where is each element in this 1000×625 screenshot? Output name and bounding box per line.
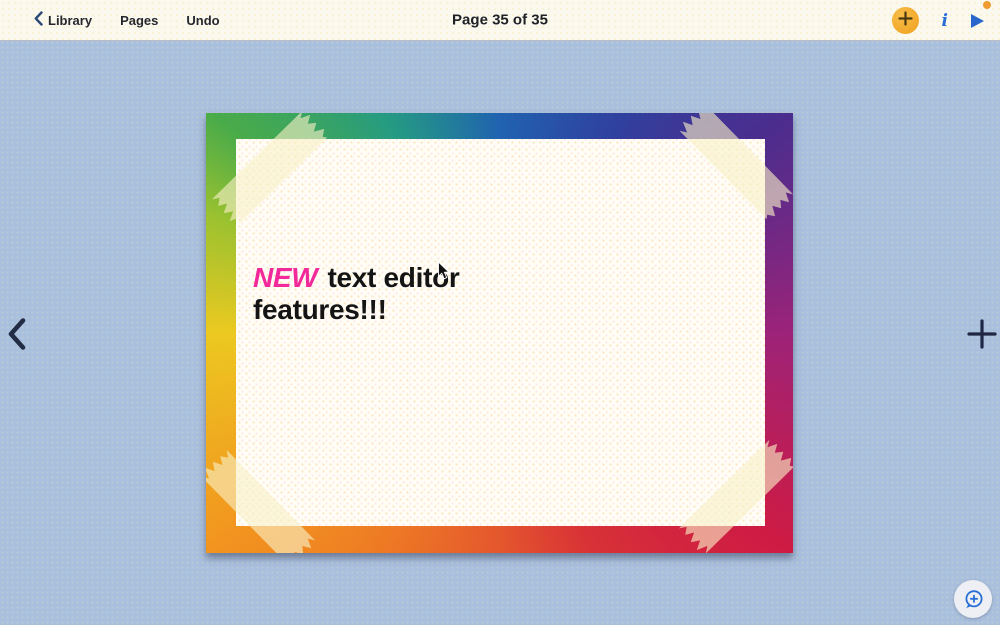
page-heading-text[interactable]: NEW text editor features!!! xyxy=(253,262,460,325)
back-chevron-icon xyxy=(34,11,43,29)
play-button[interactable] xyxy=(971,14,984,28)
heading-highlight: NEW xyxy=(253,262,317,293)
paper-background xyxy=(236,139,765,526)
previous-page-arrow[interactable] xyxy=(6,317,28,356)
heading-line-1: NEW text editor xyxy=(253,262,460,294)
heading-rest: text editor xyxy=(327,262,459,293)
chat-plus-icon xyxy=(962,588,985,611)
toolbar-left-group: Library Pages Undo xyxy=(0,11,220,29)
toolbar-right-group: i xyxy=(892,0,984,41)
pages-button[interactable]: Pages xyxy=(120,13,158,28)
heading-line-2: features!!! xyxy=(253,294,460,326)
feedback-chat-button[interactable] xyxy=(954,580,992,618)
recording-dot xyxy=(983,1,991,9)
back-to-library-button[interactable]: Library xyxy=(34,11,92,29)
pages-button-label: Pages xyxy=(120,13,158,28)
book-page[interactable]: NEW text editor features!!! xyxy=(206,113,793,553)
plus-icon xyxy=(967,319,997,349)
info-button[interactable]: i xyxy=(942,11,948,31)
add-content-button[interactable] xyxy=(892,7,919,34)
top-toolbar: Library Pages Undo Page 35 of 35 i xyxy=(0,0,1000,41)
add-page-arrow[interactable] xyxy=(967,319,997,354)
chevron-left-icon xyxy=(6,317,28,351)
plus-icon xyxy=(898,11,913,31)
page-indicator: Page 35 of 35 xyxy=(452,12,548,29)
back-button-label: Library xyxy=(48,13,92,28)
undo-button[interactable]: Undo xyxy=(186,13,219,28)
undo-button-label: Undo xyxy=(186,13,219,28)
